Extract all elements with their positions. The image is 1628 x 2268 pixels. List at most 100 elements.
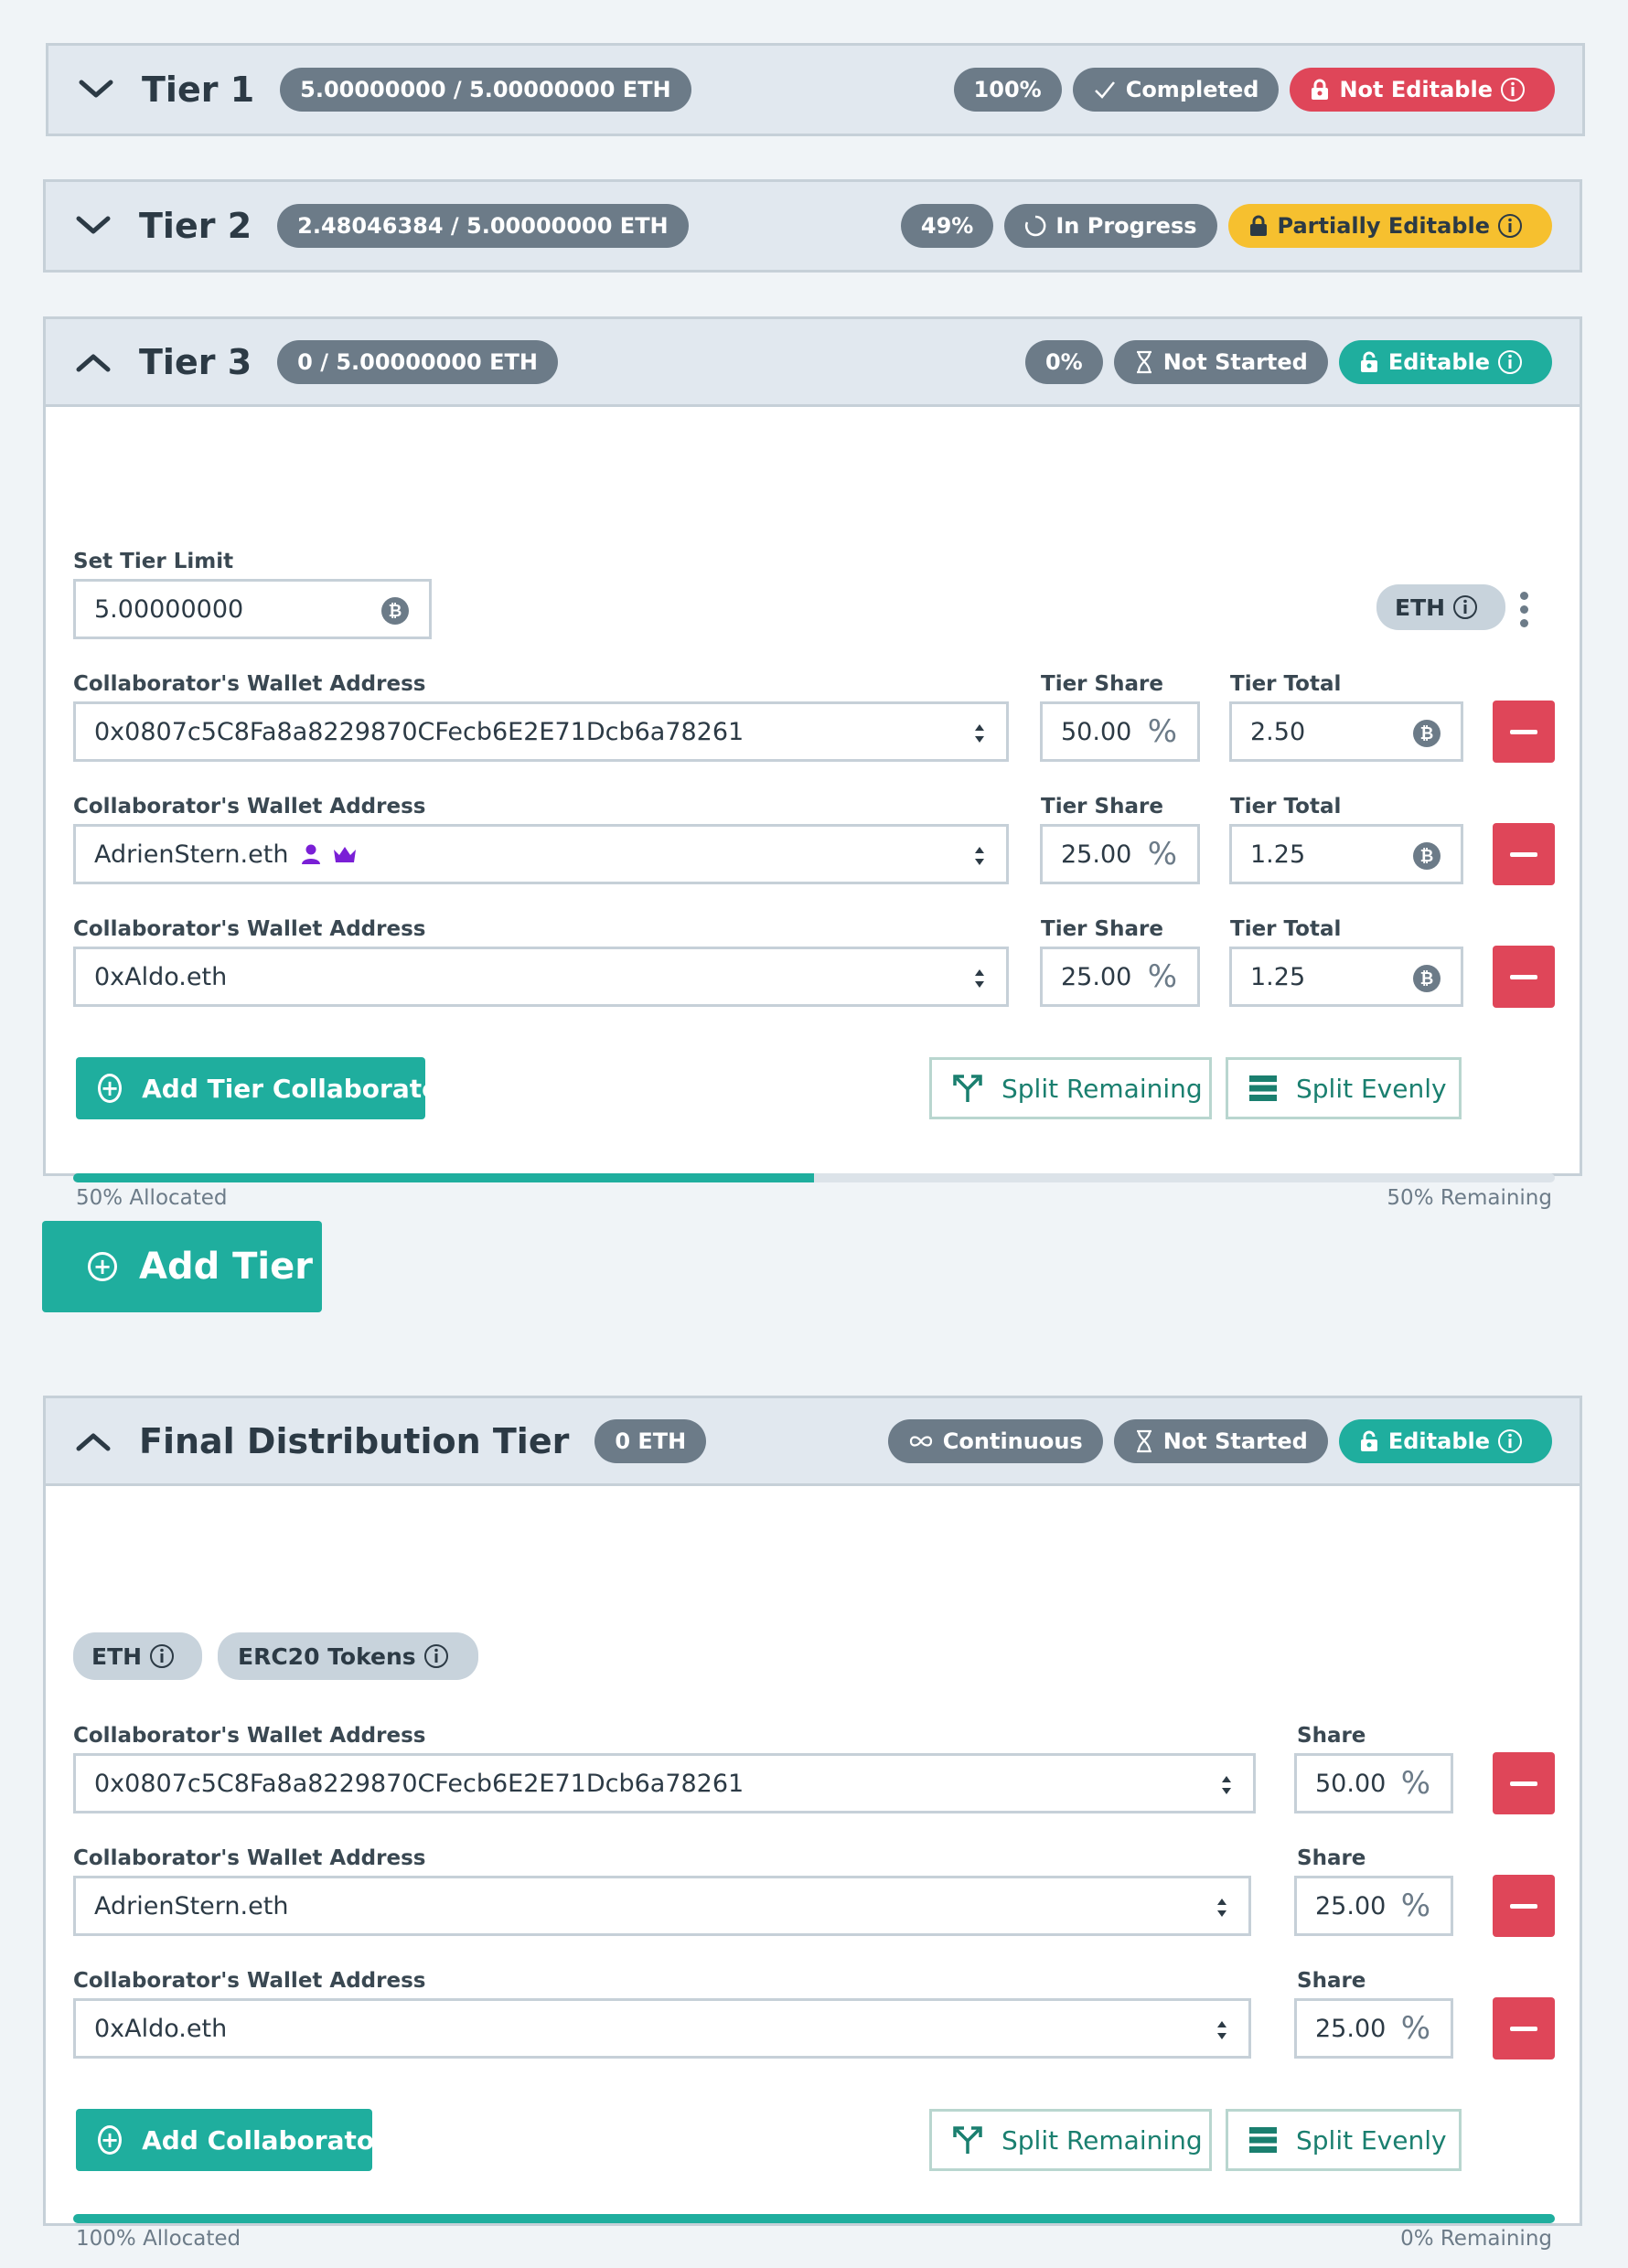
tier-share-input[interactable]: 50.00 % [1040,701,1200,762]
info-icon[interactable] [1497,213,1523,239]
user-icon [302,844,321,864]
wallet-address-value: AdrienStern.eth [94,840,289,869]
remove-collaborator-button[interactable] [1493,701,1555,763]
percent-icon: % [1400,1765,1430,1802]
coin-icon: ₿ [381,597,409,625]
remove-collaborator-button[interactable] [1493,823,1555,885]
tier-share-input[interactable]: 25.00 % [1040,947,1200,1007]
info-icon[interactable] [1497,349,1523,375]
info-icon[interactable] [1497,1428,1523,1454]
allocated-label: 100% Allocated [76,2227,241,2251]
split-evenly-label: Split Evenly [1296,1073,1447,1104]
split-remaining-label: Split Remaining [1001,2124,1203,2156]
add-collaborator-button[interactable]: + Add Collaborator [76,2109,387,2171]
add-collaborator-label: Add Collaborator [142,2124,387,2156]
percent-icon: % [1147,713,1177,750]
percent-badge: 100% [953,68,1062,112]
editable-badge[interactable]: Not Editable [1290,68,1555,112]
editable-label: Editable [1387,1428,1490,1454]
editable-badge[interactable]: Editable [1338,339,1552,384]
tier-total-input[interactable]: 1.25 ₿ [1229,947,1463,1007]
percent-icon: % [1147,836,1177,872]
status-label: Not Started [1162,1428,1308,1454]
share-value: 25.00 [1315,1891,1387,1920]
chevron-up-icon[interactable] [71,1419,115,1463]
wallet-address-select[interactable]: 0x0807c5C8Fa8a8229870CFecb6E2E71Dcb6a782… [73,1753,1256,1813]
wallet-address-select[interactable]: AdrienStern.eth [73,824,1009,884]
allocation-progress-bar [73,1173,1555,1182]
select-arrows-icon [975,969,984,988]
coin-icon: ₿ [1413,720,1441,747]
add-tier-button[interactable]: + Add Tier [42,1221,322,1312]
final-distribution-card: Final Distribution Tier 0 ETH Continuous… [43,1396,1582,2251]
editable-badge[interactable]: Partially Editable [1227,204,1552,248]
wallet-address-select[interactable]: 0xAldo.eth [73,1998,1251,2059]
wallet-label: Collaborator's Wallet Address [73,795,426,818]
share-input[interactable]: 50.00 % [1294,1753,1453,1813]
remove-collaborator-button[interactable] [1493,1997,1555,2059]
select-arrows-icon [975,847,984,865]
chevron-up-icon[interactable] [71,340,115,384]
allocation-progress-fill [73,1173,814,1182]
share-input[interactable]: 25.00 % [1294,1876,1453,1936]
split-evenly-button[interactable]: Split Evenly [1226,2109,1462,2171]
hourglass-icon [1136,350,1151,373]
chevron-down-icon[interactable] [74,68,118,112]
tier-3-card: Tier 3 0 / 5.00000000 ETH 0% Not Started… [43,316,1582,1210]
tier-2-header[interactable]: Tier 2 2.48046384 / 5.00000000 ETH 49% I… [46,182,1580,270]
token-eth-tab[interactable]: ETH [73,1632,203,1680]
currency-badge[interactable]: ETH [1376,584,1506,630]
wallet-address-select[interactable]: 0x0807c5C8Fa8a8229870CFecb6E2E71Dcb6a782… [73,701,1009,762]
info-icon[interactable] [1452,594,1478,620]
plus-circle-icon: + [98,2125,123,2155]
split-evenly-button[interactable]: Split Evenly [1226,1057,1462,1119]
tier-3-header[interactable]: Tier 3 0 / 5.00000000 ETH 0% Not Started… [46,319,1580,407]
split-evenly-label: Split Evenly [1296,2124,1447,2156]
percent-badge: 0% [1024,339,1103,384]
status-label: Not Started [1162,348,1308,375]
status-label: Completed [1125,77,1259,102]
tier-total-input[interactable]: 2.50 ₿ [1229,701,1463,762]
tier-total-input[interactable]: 1.25 ₿ [1229,824,1463,884]
split-evenly-icon [1249,2127,1277,2153]
remove-collaborator-button[interactable] [1493,946,1555,1008]
select-arrows-icon [1217,1899,1226,1917]
editable-badge[interactable]: Editable [1338,1418,1552,1463]
final-distribution-header[interactable]: Final Distribution Tier 0 ETH Continuous… [46,1398,1580,1486]
token-erc20-tab[interactable]: ERC20 Tokens [218,1632,478,1680]
editable-label: Partially Editable [1277,213,1490,239]
wallet-address-select[interactable]: AdrienStern.eth [73,1876,1251,1936]
share-input[interactable]: 25.00 % [1294,1998,1453,2059]
tier-limit-input[interactable]: 5.00000000 ₿ [73,579,432,639]
percent-icon: % [1147,958,1177,995]
tier-1-card: Tier 1 5.00000000 / 5.00000000 ETH 100% … [46,43,1585,136]
hourglass-icon [1136,1429,1151,1452]
editable-label: Not Editable [1339,77,1493,102]
tier-total-value: 2.50 [1250,717,1306,746]
split-remaining-button[interactable]: Split Remaining [929,1057,1212,1119]
info-icon[interactable] [1500,77,1526,102]
remove-collaborator-button[interactable] [1493,1875,1555,1937]
chevron-down-icon[interactable] [71,204,115,248]
percent-badge: 49% [900,204,994,248]
mode-badge: Continuous [887,1418,1103,1463]
tier-share-value: 25.00 [1061,962,1132,991]
tier-share-label: Tier Share [1041,795,1163,818]
info-icon[interactable] [423,1643,449,1669]
tier-total-label: Tier Total [1230,672,1342,696]
add-tier-label: Add Tier [139,1246,313,1288]
tier-share-label: Tier Share [1041,672,1163,696]
wallet-address-select[interactable]: 0xAldo.eth [73,947,1009,1007]
split-remaining-button[interactable]: Split Remaining [929,2109,1212,2171]
remaining-label: 0% Remaining [1400,2227,1552,2251]
more-options-icon[interactable] [1520,592,1529,627]
wallet-label: Collaborator's Wallet Address [73,1969,426,1993]
lock-icon [1312,79,1329,100]
coin-icon: ₿ [1413,965,1441,992]
tier-share-value: 25.00 [1061,840,1132,869]
add-tier-collaborator-button[interactable]: + Add Tier Collaborator [76,1057,452,1119]
remove-collaborator-button[interactable] [1493,1752,1555,1814]
tier-1-header[interactable]: Tier 1 5.00000000 / 5.00000000 ETH 100% … [48,46,1582,134]
info-icon[interactable] [149,1643,175,1669]
tier-share-input[interactable]: 25.00 % [1040,824,1200,884]
